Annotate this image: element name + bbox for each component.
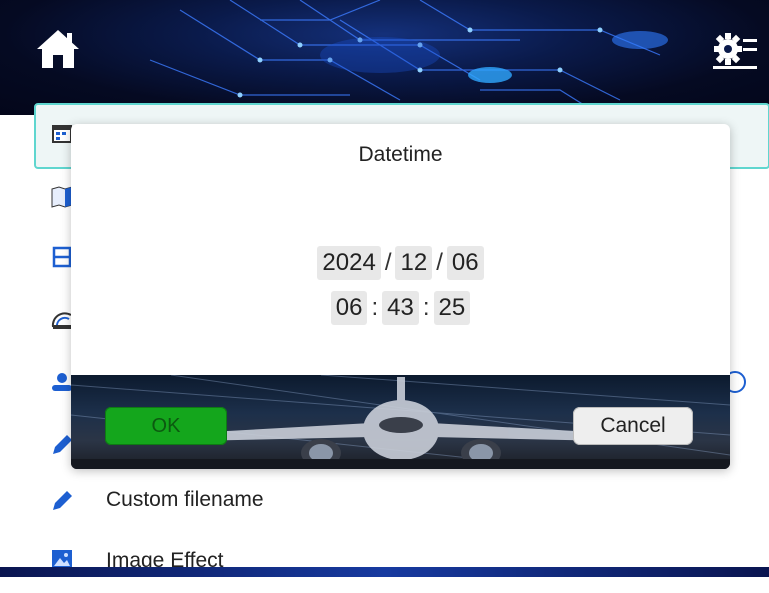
cancel-button[interactable]: Cancel bbox=[573, 407, 693, 445]
date-separator: / bbox=[384, 249, 392, 276]
datetime-dialog: Datetime 2024/12/06 06:43:25 OK Cancel bbox=[71, 124, 730, 469]
ok-button[interactable]: OK bbox=[105, 407, 227, 445]
list-item-custom-filename[interactable]: Custom filename bbox=[0, 473, 769, 533]
year-field[interactable]: 2024 bbox=[317, 246, 381, 280]
hour-field[interactable]: 06 bbox=[330, 291, 368, 325]
settings-list-icon bbox=[713, 33, 757, 69]
pencil-icon bbox=[53, 491, 72, 510]
settings-button[interactable] bbox=[713, 30, 759, 70]
month-field[interactable]: 12 bbox=[395, 246, 433, 280]
time-picker: 06:43:25 bbox=[71, 291, 730, 325]
date-picker: 2024/12/06 bbox=[71, 246, 730, 280]
time-separator: : bbox=[422, 294, 430, 321]
home-icon bbox=[37, 30, 79, 68]
day-field[interactable]: 06 bbox=[446, 246, 484, 280]
time-separator: : bbox=[371, 294, 379, 321]
date-separator: / bbox=[436, 249, 443, 276]
list-item-label: Custom filename bbox=[106, 488, 264, 511]
app-header bbox=[0, 0, 769, 115]
dialog-title: Datetime bbox=[358, 143, 443, 166]
home-button[interactable] bbox=[35, 28, 81, 70]
dialog-footer: OK Cancel bbox=[71, 375, 730, 469]
second-field[interactable]: 25 bbox=[433, 291, 471, 325]
circuit-background bbox=[149, 0, 668, 115]
minute-field[interactable]: 43 bbox=[382, 291, 419, 325]
bottom-strip bbox=[0, 567, 769, 577]
list-item-image-effect[interactable]: Image Effect bbox=[0, 533, 769, 593]
